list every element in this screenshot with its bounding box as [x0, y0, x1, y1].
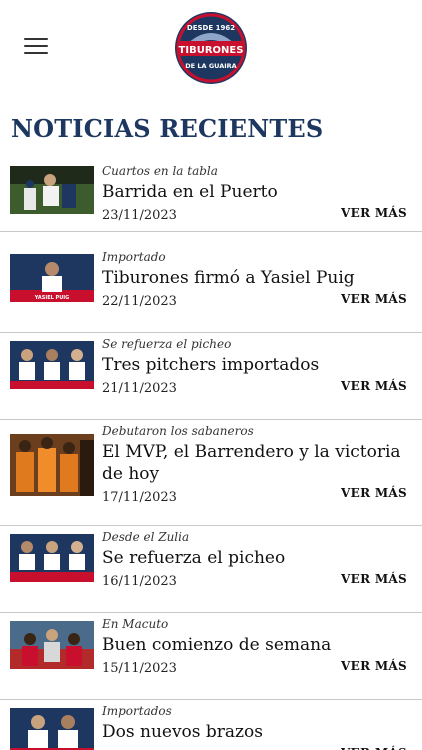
- thumb-caption: YASIEL PUIG: [34, 295, 70, 301]
- news-kicker: Cuartos en la tabla: [102, 164, 218, 178]
- news-thumbnail[interactable]: [10, 341, 94, 389]
- ver-mas-link[interactable]: VER MÁS: [341, 206, 407, 220]
- news-thumbnail[interactable]: [10, 434, 94, 496]
- news-thumbnail[interactable]: [10, 708, 94, 750]
- news-kicker: En Macuto: [102, 617, 169, 631]
- news-title[interactable]: El MVP, el Barrendero y la victoria de h…: [102, 441, 405, 485]
- news-item[interactable]: Cuartos en la tabla Barrida en el Puerto…: [0, 160, 422, 232]
- news-kicker: Importados: [102, 704, 172, 718]
- news-list: Cuartos en la tabla Barrida en el Puerto…: [0, 160, 422, 750]
- news-item[interactable]: Se refuerza el picheo Tres pitchers impo…: [0, 333, 422, 420]
- news-title[interactable]: Dos nuevos brazos: [102, 721, 405, 743]
- news-item[interactable]: Debutaron los sabaneros El MVP, el Barre…: [0, 420, 422, 526]
- news-thumbnail[interactable]: [10, 621, 94, 669]
- news-kicker: Se refuerza el picheo: [102, 337, 232, 351]
- news-item[interactable]: YASIEL PUIG Importado Tiburones firmó a …: [0, 246, 422, 333]
- news-kicker: Desde el Zulia: [102, 530, 190, 544]
- news-title[interactable]: Barrida en el Puerto: [102, 181, 405, 203]
- ver-mas-link[interactable]: VER MÁS: [341, 746, 407, 750]
- news-thumbnail[interactable]: [10, 534, 94, 582]
- logo-bottom-text: DE LA GUAIRA: [185, 62, 236, 70]
- ver-mas-link[interactable]: VER MÁS: [341, 379, 407, 393]
- news-item[interactable]: Desde el Zulia Se refuerza el picheo 16/…: [0, 526, 422, 613]
- ver-mas-link[interactable]: VER MÁS: [341, 292, 407, 306]
- ver-mas-link[interactable]: VER MÁS: [341, 486, 407, 500]
- news-item[interactable]: En Macuto Buen comienzo de semana 15/11/…: [0, 613, 422, 700]
- logo-top-text: DESDE 1962: [187, 24, 235, 32]
- logo-main-text: TIBURONES: [179, 45, 244, 56]
- news-thumbnail[interactable]: YASIEL PUIG: [10, 254, 94, 302]
- news-title[interactable]: Se refuerza el picheo: [102, 547, 405, 569]
- news-title[interactable]: Tres pitchers importados: [102, 354, 405, 376]
- page-title: NOTICIAS RECIENTES: [11, 114, 324, 143]
- hamburger-menu-icon[interactable]: [24, 38, 48, 56]
- app-header: DESDE 1962 TIBURONES DE LA GUAIRA: [0, 0, 422, 100]
- news-title[interactable]: Tiburones firmó a Yasiel Puig: [102, 267, 405, 289]
- tiburones-logo[interactable]: DESDE 1962 TIBURONES DE LA GUAIRA: [171, 10, 251, 86]
- news-item[interactable]: Importados Dos nuevos brazos VER MÁS: [0, 700, 422, 750]
- news-thumbnail[interactable]: [10, 166, 94, 214]
- news-title[interactable]: Buen comienzo de semana: [102, 634, 405, 656]
- news-kicker: Debutaron los sabaneros: [102, 424, 254, 438]
- news-kicker: Importado: [102, 250, 166, 264]
- ver-mas-link[interactable]: VER MÁS: [341, 659, 407, 673]
- ver-mas-link[interactable]: VER MÁS: [341, 572, 407, 586]
